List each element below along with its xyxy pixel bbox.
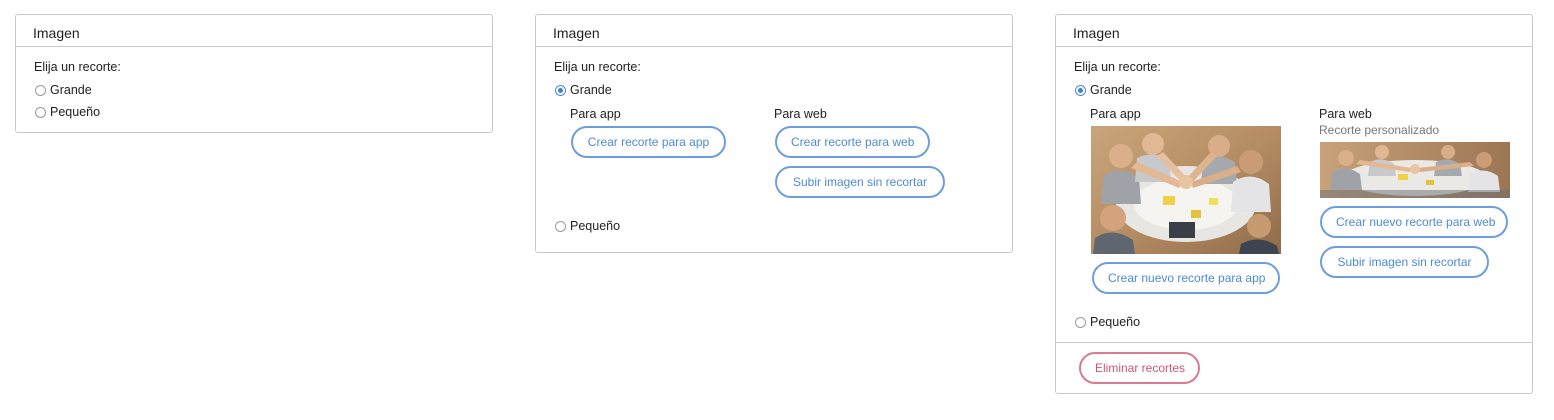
crop-prompt: Elija un recorte:	[1074, 60, 1161, 74]
create-new-app-crop-button[interactable]: Crear nuevo recorte para app	[1092, 262, 1280, 294]
create-new-web-crop-button[interactable]: Crear nuevo recorte para web	[1320, 206, 1508, 238]
image-panel-with-crops: Imagen Elija un recorte: Grande Para app	[1055, 14, 1533, 394]
app-crop-preview-image	[1091, 126, 1281, 254]
option-small[interactable]: Pequeño	[555, 219, 620, 233]
radio-small[interactable]	[1075, 316, 1086, 328]
web-column-title: Para web	[774, 107, 827, 121]
app-column-title: Para app	[570, 107, 621, 121]
panel-title: Imagen	[1056, 15, 1532, 47]
delete-crops-button[interactable]: Eliminar recortes	[1079, 352, 1200, 384]
crop-prompt: Elija un recorte:	[554, 60, 641, 74]
panel-title: Imagen	[16, 15, 492, 47]
upload-uncropped-button[interactable]: Subir imagen sin recortar	[1320, 246, 1489, 278]
crop-prompt: Elija un recorte:	[34, 60, 121, 74]
panel-title: Imagen	[536, 15, 1012, 47]
option-small-label: Pequeño	[50, 105, 101, 119]
radio-large[interactable]	[1075, 84, 1086, 96]
option-large-label: Grande	[570, 83, 612, 97]
option-large-label: Grande	[1090, 83, 1132, 97]
web-column-title: Para web	[1319, 107, 1372, 121]
option-small[interactable]: Pequeño	[1075, 315, 1140, 329]
app-column-title: Para app	[1090, 107, 1141, 121]
team-high-five-photo-wide	[1320, 142, 1510, 198]
web-crop-preview-image	[1320, 142, 1510, 198]
option-large[interactable]: Grande	[35, 83, 92, 97]
create-app-crop-button[interactable]: Crear recorte para app	[571, 126, 726, 158]
option-large[interactable]: Grande	[1075, 83, 1132, 97]
upload-uncropped-button[interactable]: Subir imagen sin recortar	[775, 166, 945, 198]
option-small[interactable]: Pequeño	[35, 105, 100, 119]
radio-small[interactable]	[555, 220, 566, 232]
option-small-label: Pequeño	[570, 219, 621, 233]
image-panel-large-selected: Imagen Elija un recorte: Grande Para app…	[535, 14, 1013, 253]
radio-large[interactable]	[555, 84, 566, 96]
option-large[interactable]: Grande	[555, 83, 612, 97]
team-high-five-photo	[1091, 126, 1281, 254]
radio-small[interactable]	[35, 106, 46, 118]
custom-crop-label: Recorte personalizado	[1319, 123, 1440, 137]
footer-divider	[1056, 342, 1532, 343]
option-large-label: Grande	[50, 83, 92, 97]
image-panel-empty: Imagen Elija un recorte: Grande Pequeño	[15, 14, 493, 133]
option-small-label: Pequeño	[1090, 315, 1141, 329]
create-web-crop-button[interactable]: Crear recorte para web	[775, 126, 930, 158]
radio-large[interactable]	[35, 84, 46, 96]
